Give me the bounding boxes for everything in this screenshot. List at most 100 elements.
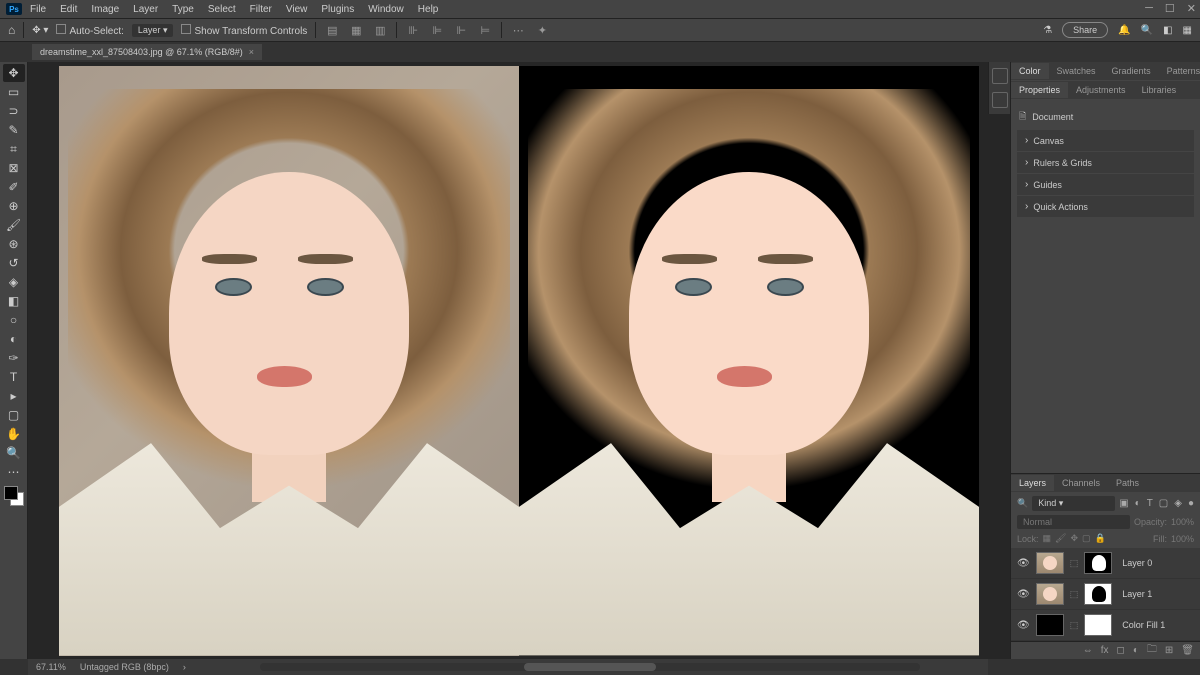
mask-thumbnail[interactable]: [1084, 552, 1112, 574]
document-tab[interactable]: dreamstime_xxl_87508403.jpg @ 67.1% (RGB…: [32, 44, 262, 60]
mask-link-icon[interactable]: ⬚: [1070, 589, 1079, 600]
tab-libraries[interactable]: Libraries: [1134, 82, 1185, 98]
layer-row[interactable]: 👁 ⬚ Layer 1: [1011, 579, 1200, 610]
align-right-icon[interactable]: ▥: [372, 23, 388, 37]
eraser-tool[interactable]: ◈: [3, 273, 25, 291]
history-brush-tool[interactable]: ↺: [3, 254, 25, 272]
filter-type-icon[interactable]: T: [1147, 498, 1153, 509]
menu-type[interactable]: Type: [166, 2, 200, 17]
auto-select-checkbox[interactable]: [56, 24, 66, 34]
distribute-1-icon[interactable]: ⊪: [405, 23, 421, 37]
filter-shape-icon[interactable]: ▢: [1159, 498, 1168, 509]
distribute-4-icon[interactable]: ⊨: [477, 23, 493, 37]
new-layer-icon[interactable]: ⊞: [1165, 645, 1173, 656]
lock-transparency-icon[interactable]: ▦: [1043, 533, 1052, 544]
layer-filter-kind[interactable]: Kind ▾: [1032, 496, 1115, 511]
menu-file[interactable]: File: [24, 2, 52, 17]
more-icon[interactable]: ⋯: [510, 23, 526, 37]
section-rulers-grids[interactable]: Rulers & Grids: [1017, 152, 1194, 173]
minimize-icon[interactable]: ─: [1145, 2, 1153, 15]
menu-filter[interactable]: Filter: [244, 2, 278, 17]
workspace-icon[interactable]: ◧: [1163, 25, 1172, 36]
blend-mode-select[interactable]: Normal: [1017, 515, 1130, 529]
section-quick-actions[interactable]: Quick Actions: [1017, 196, 1194, 217]
new-adjustment-icon[interactable]: ◐: [1133, 645, 1139, 656]
path-select-tool[interactable]: ▸: [3, 387, 25, 405]
layer-thumbnail[interactable]: [1036, 552, 1064, 574]
fill-value[interactable]: 100%: [1171, 534, 1194, 544]
visibility-toggle[interactable]: 👁: [1017, 620, 1030, 631]
layer-style-icon[interactable]: fx: [1101, 645, 1109, 656]
frame-tool[interactable]: ⊠: [3, 159, 25, 177]
edit-toolbar[interactable]: ⋯: [3, 463, 25, 481]
lock-position-icon[interactable]: ✥: [1070, 533, 1078, 544]
tab-properties[interactable]: Properties: [1011, 82, 1068, 98]
filter-toggle-icon[interactable]: ●: [1188, 498, 1194, 509]
opacity-value[interactable]: 100%: [1171, 517, 1194, 527]
crop-tool[interactable]: ⌗: [3, 140, 25, 158]
marquee-tool[interactable]: ▭: [3, 83, 25, 101]
add-mask-icon[interactable]: ◻: [1117, 645, 1125, 656]
beaker-icon[interactable]: ⚗: [1043, 25, 1052, 36]
3d-mode-icon[interactable]: ✦: [534, 23, 550, 37]
pen-tool[interactable]: ✑: [3, 349, 25, 367]
visibility-toggle[interactable]: 👁: [1017, 589, 1030, 600]
horizontal-scrollbar[interactable]: [260, 663, 920, 671]
layer-name[interactable]: Layer 0: [1122, 558, 1152, 568]
shape-tool[interactable]: ▢: [3, 406, 25, 424]
layer-row[interactable]: 👁 ⬚ Color Fill 1: [1011, 610, 1200, 641]
zoom-level[interactable]: 67.11%: [36, 662, 66, 672]
zoom-tool[interactable]: 🔍: [3, 444, 25, 462]
tab-color[interactable]: Color: [1011, 63, 1049, 79]
tab-channels[interactable]: Channels: [1054, 475, 1108, 491]
tab-paths[interactable]: Paths: [1108, 475, 1147, 491]
tab-patterns[interactable]: Patterns: [1159, 63, 1200, 79]
collapsed-comment-icon[interactable]: [992, 92, 1008, 108]
type-tool[interactable]: T: [3, 368, 25, 386]
healing-tool[interactable]: ⊕: [3, 197, 25, 215]
mask-thumbnail[interactable]: [1084, 614, 1112, 636]
filter-pixel-icon[interactable]: ▣: [1119, 498, 1128, 509]
blur-tool[interactable]: ○: [3, 311, 25, 329]
align-left-icon[interactable]: ▤: [324, 23, 340, 37]
home-icon[interactable]: ⌂: [8, 23, 15, 37]
notifications-icon[interactable]: 🔔: [1118, 25, 1130, 36]
filter-smart-icon[interactable]: ◈: [1174, 498, 1182, 509]
menu-help[interactable]: Help: [412, 2, 445, 17]
tab-layers[interactable]: Layers: [1011, 475, 1054, 491]
tab-swatches[interactable]: Swatches: [1049, 63, 1104, 79]
move-tool[interactable]: ✥: [3, 64, 25, 82]
quick-select-tool[interactable]: ✎: [3, 121, 25, 139]
lock-all-icon[interactable]: 🔒: [1095, 533, 1106, 544]
color-profile[interactable]: Untagged RGB (8bpc): [80, 662, 169, 672]
layer-thumbnail[interactable]: [1036, 614, 1064, 636]
delete-layer-icon[interactable]: 🗑: [1181, 645, 1194, 656]
tab-adjustments[interactable]: Adjustments: [1068, 82, 1134, 98]
show-transform-checkbox[interactable]: [181, 24, 191, 34]
tab-gradients[interactable]: Gradients: [1104, 63, 1159, 79]
section-guides[interactable]: Guides: [1017, 174, 1194, 195]
menu-window[interactable]: Window: [362, 2, 410, 17]
share-button[interactable]: Share: [1062, 22, 1108, 38]
auto-select-target[interactable]: Layer ▾: [132, 24, 174, 37]
eyedropper-tool[interactable]: ✐: [3, 178, 25, 196]
close-icon[interactable]: ✕: [1187, 2, 1196, 15]
mask-thumbnail[interactable]: [1084, 583, 1112, 605]
hand-tool[interactable]: ✋: [3, 425, 25, 443]
lock-artboard-icon[interactable]: ▢: [1082, 533, 1091, 544]
stamp-tool[interactable]: ⊛: [3, 235, 25, 253]
close-tab-icon[interactable]: ×: [249, 47, 254, 57]
filter-adjust-icon[interactable]: ◐: [1135, 498, 1141, 509]
distribute-2-icon[interactable]: ⊫: [429, 23, 445, 37]
mask-link-icon[interactable]: ⬚: [1070, 620, 1079, 631]
menu-layer[interactable]: Layer: [127, 2, 164, 17]
gradient-tool[interactable]: ◧: [3, 292, 25, 310]
link-layers-icon[interactable]: ⇔: [1083, 645, 1093, 656]
menu-image[interactable]: Image: [85, 2, 125, 17]
layer-name[interactable]: Layer 1: [1122, 589, 1152, 599]
brush-tool[interactable]: 🖌: [3, 216, 25, 234]
layer-name[interactable]: Color Fill 1: [1122, 620, 1165, 630]
collapsed-color-icon[interactable]: [992, 68, 1008, 84]
mask-link-icon[interactable]: ⬚: [1070, 558, 1079, 569]
color-swatches[interactable]: [4, 486, 24, 506]
